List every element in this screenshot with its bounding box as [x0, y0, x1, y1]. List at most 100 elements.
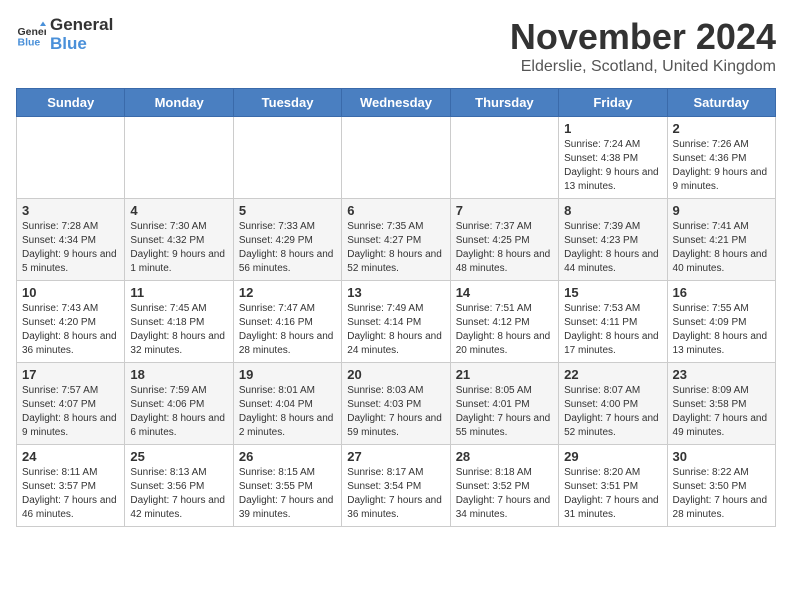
- week-row-2: 10 Sunrise: 7:43 AM Sunset: 4:20 PM Dayli…: [17, 281, 776, 363]
- svg-text:Blue: Blue: [18, 36, 41, 48]
- day-number: 6: [347, 203, 444, 218]
- day-info: Sunrise: 8:13 AM Sunset: 3:56 PM Dayligh…: [130, 466, 227, 522]
- day-info: Sunrise: 7:55 AM Sunset: 4:09 PM Dayligh…: [673, 302, 770, 358]
- header: General Blue General Blue November 2024 …: [16, 16, 776, 76]
- day-number: 25: [130, 449, 227, 464]
- week-row-4: 24 Sunrise: 8:11 AM Sunset: 3:57 PM Dayli…: [17, 445, 776, 527]
- cell-1-1: 4Sunrise: 7:30 AM Sunset: 4:32 PM Daylig…: [125, 199, 233, 281]
- day-number: 21: [456, 367, 553, 382]
- calendar-header-row: SundayMondayTuesdayWednesdayThursdayFrid…: [17, 89, 776, 117]
- day-number: 23: [673, 367, 770, 382]
- day-info: Sunrise: 8:20 AM Sunset: 3:51 PM Dayligh…: [564, 466, 661, 522]
- week-row-3: 17 Sunrise: 7:57 AM Sunset: 4:07 PM Dayli…: [17, 363, 776, 445]
- day-info: Sunrise: 7:26 AM Sunset: 4:36 PM Dayligh…: [673, 138, 770, 194]
- day-info: Sunrise: 8:18 AM Sunset: 3:52 PM Dayligh…: [456, 466, 553, 522]
- cell-4-1: 25 Sunrise: 8:13 AM Sunset: 3:56 PM Dayli…: [125, 445, 233, 527]
- cell-3-2: 19 Sunrise: 8:01 AM Sunset: 4:04 PM Dayli…: [233, 363, 341, 445]
- header-saturday: Saturday: [667, 89, 775, 117]
- title-area: November 2024 Elderslie, Scotland, Unite…: [510, 16, 776, 76]
- day-number: 27: [347, 449, 444, 464]
- day-number: 3: [22, 203, 119, 218]
- day-info: Sunrise: 7:39 AM Sunset: 4:23 PM Dayligh…: [564, 220, 661, 276]
- day-number: 15: [564, 285, 661, 300]
- cell-4-2: 26 Sunrise: 8:15 AM Sunset: 3:55 PM Dayli…: [233, 445, 341, 527]
- day-info: Sunrise: 7:47 AM Sunset: 4:16 PM Dayligh…: [239, 302, 336, 358]
- day-info: Sunrise: 8:05 AM Sunset: 4:01 PM Dayligh…: [456, 384, 553, 440]
- day-number: 20: [347, 367, 444, 382]
- cell-0-2: [233, 117, 341, 199]
- day-number: 9: [673, 203, 770, 218]
- day-info: Sunrise: 8:09 AM Sunset: 3:58 PM Dayligh…: [673, 384, 770, 440]
- header-thursday: Thursday: [450, 89, 558, 117]
- cell-3-6: 23 Sunrise: 8:09 AM Sunset: 3:58 PM Dayli…: [667, 363, 775, 445]
- cell-2-1: 11 Sunrise: 7:45 AM Sunset: 4:18 PM Dayli…: [125, 281, 233, 363]
- day-info: Sunrise: 8:17 AM Sunset: 3:54 PM Dayligh…: [347, 466, 444, 522]
- day-info: Sunrise: 8:01 AM Sunset: 4:04 PM Dayligh…: [239, 384, 336, 440]
- day-number: 11: [130, 285, 227, 300]
- cell-2-3: 13 Sunrise: 7:49 AM Sunset: 4:14 PM Dayli…: [342, 281, 450, 363]
- day-number: 24: [22, 449, 119, 464]
- logo-blue: Blue: [50, 35, 113, 54]
- day-info: Sunrise: 7:53 AM Sunset: 4:11 PM Dayligh…: [564, 302, 661, 358]
- day-info: Sunrise: 8:15 AM Sunset: 3:55 PM Dayligh…: [239, 466, 336, 522]
- cell-4-3: 27 Sunrise: 8:17 AM Sunset: 3:54 PM Dayli…: [342, 445, 450, 527]
- cell-2-4: 14Sunrise: 7:51 AM Sunset: 4:12 PM Dayli…: [450, 281, 558, 363]
- logo-icon: General Blue: [16, 20, 46, 50]
- day-info: Sunrise: 7:35 AM Sunset: 4:27 PM Dayligh…: [347, 220, 444, 276]
- header-tuesday: Tuesday: [233, 89, 341, 117]
- calendar-table: SundayMondayTuesdayWednesdayThursdayFrid…: [16, 88, 776, 527]
- cell-3-1: 18 Sunrise: 7:59 AM Sunset: 4:06 PM Dayli…: [125, 363, 233, 445]
- header-monday: Monday: [125, 89, 233, 117]
- day-info: Sunrise: 8:07 AM Sunset: 4:00 PM Dayligh…: [564, 384, 661, 440]
- cell-0-1: [125, 117, 233, 199]
- day-info: Sunrise: 7:43 AM Sunset: 4:20 PM Dayligh…: [22, 302, 119, 358]
- cell-3-5: 22 Sunrise: 8:07 AM Sunset: 4:00 PM Dayli…: [559, 363, 667, 445]
- cell-1-4: 7Sunrise: 7:37 AM Sunset: 4:25 PM Daylig…: [450, 199, 558, 281]
- day-number: 10: [22, 285, 119, 300]
- day-number: 22: [564, 367, 661, 382]
- day-info: Sunrise: 7:37 AM Sunset: 4:25 PM Dayligh…: [456, 220, 553, 276]
- day-number: 19: [239, 367, 336, 382]
- cell-4-4: 28 Sunrise: 8:18 AM Sunset: 3:52 PM Dayli…: [450, 445, 558, 527]
- week-row-0: 1Sunrise: 7:24 AM Sunset: 4:38 PM Daylig…: [17, 117, 776, 199]
- cell-0-4: [450, 117, 558, 199]
- day-info: Sunrise: 8:22 AM Sunset: 3:50 PM Dayligh…: [673, 466, 770, 522]
- cell-2-6: 16 Sunrise: 7:55 AM Sunset: 4:09 PM Dayli…: [667, 281, 775, 363]
- header-friday: Friday: [559, 89, 667, 117]
- cell-0-0: [17, 117, 125, 199]
- day-info: Sunrise: 7:59 AM Sunset: 4:06 PM Dayligh…: [130, 384, 227, 440]
- day-number: 26: [239, 449, 336, 464]
- day-number: 5: [239, 203, 336, 218]
- month-title: November 2024: [510, 16, 776, 58]
- header-wednesday: Wednesday: [342, 89, 450, 117]
- day-info: Sunrise: 7:41 AM Sunset: 4:21 PM Dayligh…: [673, 220, 770, 276]
- day-info: Sunrise: 7:24 AM Sunset: 4:38 PM Dayligh…: [564, 138, 661, 194]
- day-number: 17: [22, 367, 119, 382]
- logo: General Blue General Blue: [16, 16, 113, 53]
- week-row-1: 3Sunrise: 7:28 AM Sunset: 4:34 PM Daylig…: [17, 199, 776, 281]
- day-number: 16: [673, 285, 770, 300]
- day-number: 18: [130, 367, 227, 382]
- day-info: Sunrise: 8:03 AM Sunset: 4:03 PM Dayligh…: [347, 384, 444, 440]
- cell-4-0: 24 Sunrise: 8:11 AM Sunset: 3:57 PM Dayli…: [17, 445, 125, 527]
- day-info: Sunrise: 7:51 AM Sunset: 4:12 PM Dayligh…: [456, 302, 553, 358]
- cell-0-5: 1Sunrise: 7:24 AM Sunset: 4:38 PM Daylig…: [559, 117, 667, 199]
- cell-1-0: 3Sunrise: 7:28 AM Sunset: 4:34 PM Daylig…: [17, 199, 125, 281]
- day-number: 28: [456, 449, 553, 464]
- cell-3-0: 17 Sunrise: 7:57 AM Sunset: 4:07 PM Dayli…: [17, 363, 125, 445]
- logo-general: General: [50, 16, 113, 35]
- cell-1-5: 8Sunrise: 7:39 AM Sunset: 4:23 PM Daylig…: [559, 199, 667, 281]
- day-number: 12: [239, 285, 336, 300]
- day-info: Sunrise: 8:11 AM Sunset: 3:57 PM Dayligh…: [22, 466, 119, 522]
- day-info: Sunrise: 7:49 AM Sunset: 4:14 PM Dayligh…: [347, 302, 444, 358]
- day-number: 2: [673, 121, 770, 136]
- day-info: Sunrise: 7:45 AM Sunset: 4:18 PM Dayligh…: [130, 302, 227, 358]
- day-number: 4: [130, 203, 227, 218]
- cell-3-3: 20 Sunrise: 8:03 AM Sunset: 4:03 PM Dayli…: [342, 363, 450, 445]
- day-info: Sunrise: 7:57 AM Sunset: 4:07 PM Dayligh…: [22, 384, 119, 440]
- cell-2-2: 12 Sunrise: 7:47 AM Sunset: 4:16 PM Dayli…: [233, 281, 341, 363]
- cell-1-2: 5Sunrise: 7:33 AM Sunset: 4:29 PM Daylig…: [233, 199, 341, 281]
- cell-2-0: 10 Sunrise: 7:43 AM Sunset: 4:20 PM Dayli…: [17, 281, 125, 363]
- day-number: 13: [347, 285, 444, 300]
- header-sunday: Sunday: [17, 89, 125, 117]
